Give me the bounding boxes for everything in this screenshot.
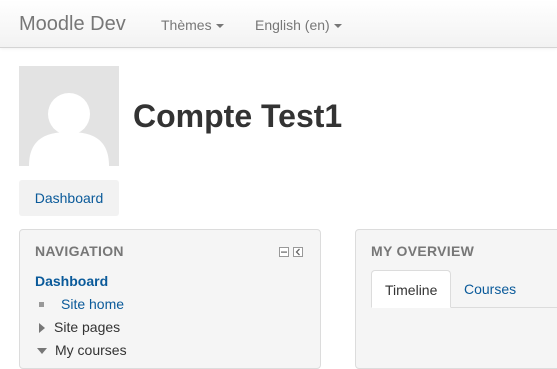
tab-courses[interactable]: Courses	[451, 270, 529, 308]
site-brand[interactable]: Moodle Dev	[19, 13, 126, 36]
language-menu-label: English (en)	[255, 17, 330, 33]
tab-timeline[interactable]: Timeline	[371, 270, 452, 308]
my-overview-block-title: MY OVERVIEW	[371, 243, 475, 259]
minimize-icon[interactable]	[279, 247, 289, 257]
page-title: Compte Test1	[133, 98, 343, 134]
bullet-square-icon	[39, 301, 44, 307]
my-overview-block: MY OVERVIEW Timeline Courses	[355, 229, 557, 369]
language-menu[interactable]: English (en)	[255, 17, 342, 33]
nav-item-my-courses-label: My courses	[55, 342, 127, 358]
avatar	[19, 66, 119, 166]
dock-icon[interactable]	[293, 247, 303, 257]
nav-item-site-pages[interactable]: Site pages	[35, 319, 120, 335]
collapse-triangle-icon	[37, 348, 47, 355]
nav-item-dashboard-label: Dashboard	[35, 273, 109, 289]
chevron-down-icon	[215, 24, 224, 29]
chevron-down-icon	[333, 24, 342, 29]
expand-triangle-icon	[39, 323, 45, 334]
dashboard-button[interactable]: Dashboard	[19, 180, 119, 216]
themes-menu[interactable]: Thèmes	[161, 17, 224, 33]
default-user-icon	[29, 93, 109, 166]
nav-item-site-pages-label: Site pages	[54, 319, 121, 335]
themes-menu-label: Thèmes	[161, 17, 212, 33]
top-navbar: Moodle Dev Thèmes English (en)	[0, 0, 557, 48]
nav-item-dashboard[interactable]: Dashboard	[35, 273, 108, 289]
nav-item-my-courses[interactable]: My courses	[35, 342, 127, 358]
nav-item-site-home-label: Site home	[61, 296, 125, 312]
navigation-block: NAVIGATION Dashboard Site home Site page…	[19, 229, 321, 369]
navigation-block-title: NAVIGATION	[35, 243, 124, 259]
nav-item-site-home[interactable]: Site home	[35, 296, 124, 312]
